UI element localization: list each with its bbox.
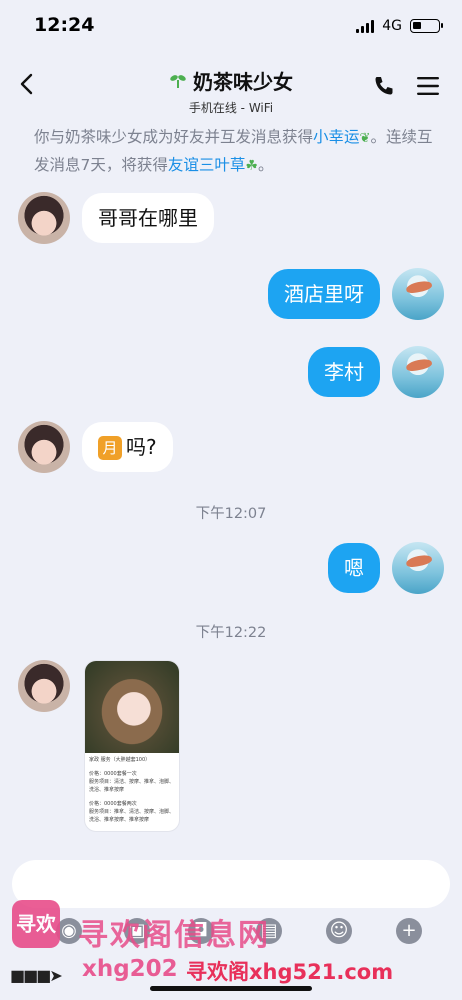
signal-icon [356, 19, 375, 33]
notice-link-clover[interactable]: 友谊三叶草 [168, 156, 246, 174]
contact-avatar[interactable] [18, 421, 70, 473]
my-avatar[interactable] [392, 542, 444, 594]
notice-link-lucky[interactable]: 小幸运 [313, 128, 360, 146]
card-line: 价格：0000套餐一次 [89, 771, 137, 777]
time-separator: 下午12:07 [195, 506, 267, 522]
battery-icon [410, 19, 443, 33]
message-input[interactable] [12, 860, 450, 908]
card-line: 服务项目：推拿、清洁、按摩、泡脚、洗浴、推拿按摩、推拿按摩 [89, 809, 175, 823]
image-card-message[interactable]: 家政 服务（大胖越套100） 价格：0000套餐一次 服务项目：清洁、按摩、推拿… [84, 660, 180, 832]
message-row: 李村 [308, 346, 444, 398]
message-bubble[interactable]: 酒店里呀 [268, 269, 380, 319]
watermark-arrows-icon: ■■■➤ [10, 966, 63, 985]
message-bubble[interactable]: 哥哥在哪里 [82, 193, 214, 243]
message-bubble[interactable]: 嗯 [328, 543, 380, 593]
moon-emoji-icon: 月 [98, 436, 122, 461]
message-bubble[interactable]: 月吗? [82, 421, 173, 473]
watermark-text: xhg202 [82, 956, 178, 982]
home-indicator[interactable] [150, 986, 312, 991]
status-bar: 12:24 4G [0, 0, 462, 52]
message-bubble[interactable]: 李村 [308, 347, 380, 397]
emoji-icon[interactable]: ☺ [326, 918, 352, 944]
my-avatar[interactable] [392, 346, 444, 398]
contact-status: 手机在线 - WiFi [188, 101, 274, 115]
plus-icon[interactable]: + [396, 918, 422, 944]
status-time: 12:24 [34, 14, 95, 36]
my-avatar[interactable] [392, 268, 444, 320]
sprout-small-icon: ❦ [359, 131, 371, 146]
message-row: 哥哥在哪里 [18, 192, 214, 244]
notice-text-1: 你与奶茶味少女成为好友并互发消息获得 [34, 128, 314, 146]
status-indicators: 4G [356, 18, 443, 34]
sprout-icon [170, 74, 186, 88]
watermark-text: 寻欢阁xhg521.com [186, 960, 394, 984]
message-row: 嗯 [328, 542, 444, 594]
card-title: 家政 服务（大胖越套100） [89, 757, 151, 763]
watermark-text: 寻欢阁信息网 [78, 918, 270, 953]
network-label: 4G [382, 18, 402, 34]
card-line: 服务项目：清洁、按摩、推拿、泡脚、洗浴、推拿按摩 [89, 779, 175, 793]
menu-icon[interactable] [416, 76, 440, 96]
clover-icon: ☘ [245, 158, 258, 174]
message-row: 月吗? [18, 421, 173, 473]
contact-avatar[interactable] [18, 660, 70, 712]
message-text: 吗? [126, 434, 157, 459]
card-text: 家政 服务（大胖越套100） 价格：0000套餐一次 服务项目：清洁、按摩、推拿… [85, 753, 179, 827]
chat-header: 奶茶味少女 手机在线 - WiFi [0, 52, 462, 115]
time-separator: 下午12:22 [195, 625, 267, 641]
watermark-logo: 寻欢 [12, 900, 60, 948]
phone-icon[interactable] [372, 74, 396, 98]
contact-avatar[interactable] [18, 192, 70, 244]
message-row: 酒店里呀 [268, 268, 444, 320]
notice-text-3: 。 [257, 156, 274, 174]
contact-name-label: 奶茶味少女 [193, 70, 293, 94]
card-line: 价格：0000套餐两次 [89, 801, 137, 807]
card-photo [85, 661, 179, 753]
contact-name[interactable]: 奶茶味少女 [169, 66, 293, 95]
friendship-notice: 你与奶茶味少女成为好友并互发消息获得小幸运❦。连续互发消息7天，将获得友谊三叶草… [34, 124, 434, 179]
message-row [18, 660, 70, 712]
